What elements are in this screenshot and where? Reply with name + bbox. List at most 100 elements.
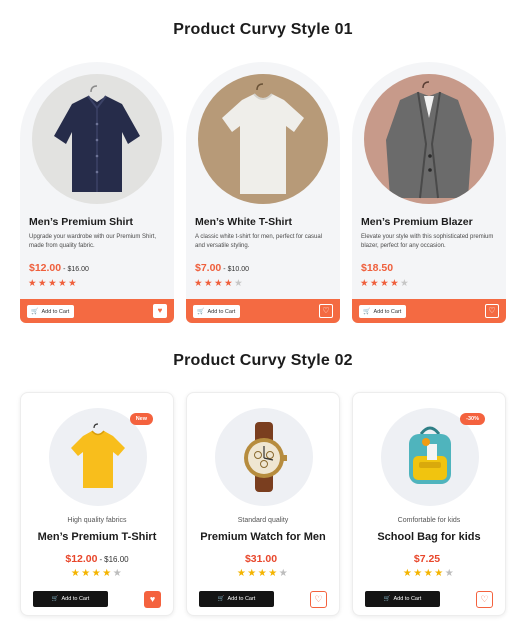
old-price: $16.00 [104, 555, 129, 564]
add-to-cart-label: Add to Cart [393, 596, 422, 602]
star-icon: ★ [413, 568, 424, 579]
old-price: $16.00 [67, 266, 89, 273]
add-to-cart-button[interactable]: 🛒 Add to Cart [33, 591, 108, 607]
add-to-cart-button[interactable]: 🛒 Add to Cart [27, 305, 75, 318]
star-icon: ★ [370, 278, 381, 289]
add-to-cart-label: Add to Cart [41, 308, 70, 315]
star-icon: ★ [380, 278, 391, 289]
product-card-premium-watch[interactable]: Standard quality Premium Watch for Men $… [186, 392, 340, 616]
star-icon: ★ [236, 568, 248, 579]
wishlist-heart-icon[interactable]: ♡ [310, 591, 327, 608]
product-name: Men’s Premium Blazer [361, 216, 473, 228]
rating-stars: ★★★★★ [21, 568, 173, 579]
product-image-blazer [364, 74, 494, 204]
rating-stars: ★★★★★ [187, 568, 339, 579]
product-name: Men’s Premium T-Shirt [37, 531, 157, 543]
star-icon: ★ [434, 568, 445, 579]
card-action-bar: 🛒 Add to Cart ♡ [352, 299, 506, 323]
star-icon: ★ [81, 568, 92, 579]
product-description: Elevate your style with this sophisticat… [361, 234, 494, 249]
product-price: $18.50 [361, 258, 397, 276]
star-icon: ★ [390, 278, 401, 289]
cart-icon: 🛒 [197, 309, 205, 315]
price-separator: - [63, 266, 66, 273]
product-name: Men’s White T-Shirt [195, 216, 293, 228]
card-action-bar: 🛒 Add to Cart ♥ [20, 299, 174, 323]
star-icon: ★ [91, 568, 103, 579]
add-to-cart-button[interactable]: 🛒 Add to Cart [359, 305, 407, 318]
cart-icon: 🛒 [31, 309, 39, 315]
rating-stars: ★★★★★ [353, 568, 505, 579]
product-card-school-bag[interactable]: -30% Comfortable for kids School Bag for… [352, 392, 506, 616]
star-icon: ★ [112, 568, 124, 579]
old-price: $10.00 [227, 266, 250, 273]
cart-icon: 🛒 [363, 309, 371, 315]
price-separator: - [99, 555, 103, 564]
product-description: A classic white t-shirt for men, perfect… [195, 234, 323, 249]
wishlist-heart-icon[interactable]: ♡ [485, 304, 499, 318]
star-icon: ★ [444, 568, 456, 579]
cart-icon: 🛒 [217, 596, 225, 602]
wishlist-heart-icon[interactable]: ♥ [144, 591, 161, 608]
star-icon: ★ [194, 278, 205, 289]
product-price: $7.00- $10.00 [195, 258, 249, 276]
star-icon: ★ [68, 278, 79, 289]
star-icon: ★ [268, 568, 279, 579]
current-price: $7.00 [195, 262, 222, 274]
product-name: Men’s Premium Shirt [29, 216, 134, 228]
discount-badge: -30% [460, 413, 485, 425]
wishlist-heart-icon[interactable]: ♡ [319, 304, 333, 318]
rating-stars: ★★★★★ [194, 278, 244, 289]
cart-icon: 🛒 [51, 596, 59, 602]
star-icon: ★ [278, 568, 290, 579]
star-icon: ★ [402, 568, 414, 579]
star-icon: ★ [234, 278, 245, 289]
product-card-premium-blazer[interactable]: Men’s Premium Blazer Elevate your style … [352, 62, 506, 323]
add-to-cart-label: Add to Cart [373, 308, 402, 315]
current-price: $7.25 [413, 553, 441, 565]
wishlist-heart-icon[interactable]: ♡ [476, 591, 493, 608]
star-icon: ★ [423, 568, 435, 579]
product-price: $7.25 [353, 549, 505, 567]
star-icon: ★ [224, 278, 235, 289]
product-card-white-tshirt[interactable]: Men’s White T-Shirt A classic white t-sh… [186, 62, 340, 323]
price-separator: - [223, 266, 226, 273]
add-to-cart-label: Add to Cart [207, 308, 236, 315]
product-price: $12.00- $16.00 [21, 549, 173, 567]
card-action-bar: 🛒 Add to Cart ♡ [186, 299, 340, 323]
star-icon: ★ [360, 278, 371, 289]
current-price: $12.00 [29, 262, 62, 274]
star-icon: ★ [247, 568, 258, 579]
product-name: School Bag for kids [377, 531, 481, 543]
wishlist-heart-icon[interactable]: ♥ [153, 304, 167, 318]
add-to-cart-button[interactable]: 🛒 Add to Cart [365, 591, 440, 607]
product-image-shirt [32, 74, 162, 204]
current-price: $12.00 [65, 553, 98, 565]
section-title-style-01: Product Curvy Style 01 [173, 21, 353, 38]
add-to-cart-label: Add to Cart [227, 596, 256, 602]
current-price: $18.50 [361, 262, 394, 274]
current-price: $31.00 [244, 553, 278, 565]
star-icon: ★ [204, 278, 215, 289]
star-icon: ★ [102, 568, 113, 579]
product-subtitle: High quality fabrics [67, 517, 127, 524]
product-price: $12.00- $16.00 [29, 258, 89, 276]
add-to-cart-label: Add to Cart [61, 596, 90, 602]
add-to-cart-button[interactable]: 🛒 Add to Cart [199, 591, 274, 607]
product-card-premium-tshirt[interactable]: New High quality fabrics Men’s Premium T… [20, 392, 174, 616]
product-card-premium-shirt[interactable]: Men’s Premium Shirt Upgrade your wardrob… [20, 62, 174, 323]
add-to-cart-button[interactable]: 🛒 Add to Cart [193, 305, 241, 318]
cart-icon: 🛒 [383, 596, 391, 602]
star-icon: ★ [257, 568, 269, 579]
new-badge: New [129, 413, 153, 425]
star-icon: ★ [28, 278, 39, 289]
product-subtitle: Comfortable for kids [397, 517, 461, 524]
star-icon: ★ [48, 278, 59, 289]
rating-stars: ★★★★★ [28, 278, 78, 289]
product-subtitle: Standard quality [237, 517, 289, 524]
star-icon: ★ [400, 278, 411, 289]
product-name: Premium Watch for Men [200, 531, 326, 543]
star-icon: ★ [38, 278, 49, 289]
product-image-tshirt [198, 74, 328, 204]
product-description: Upgrade your wardrobe with our Premium S… [29, 234, 157, 249]
